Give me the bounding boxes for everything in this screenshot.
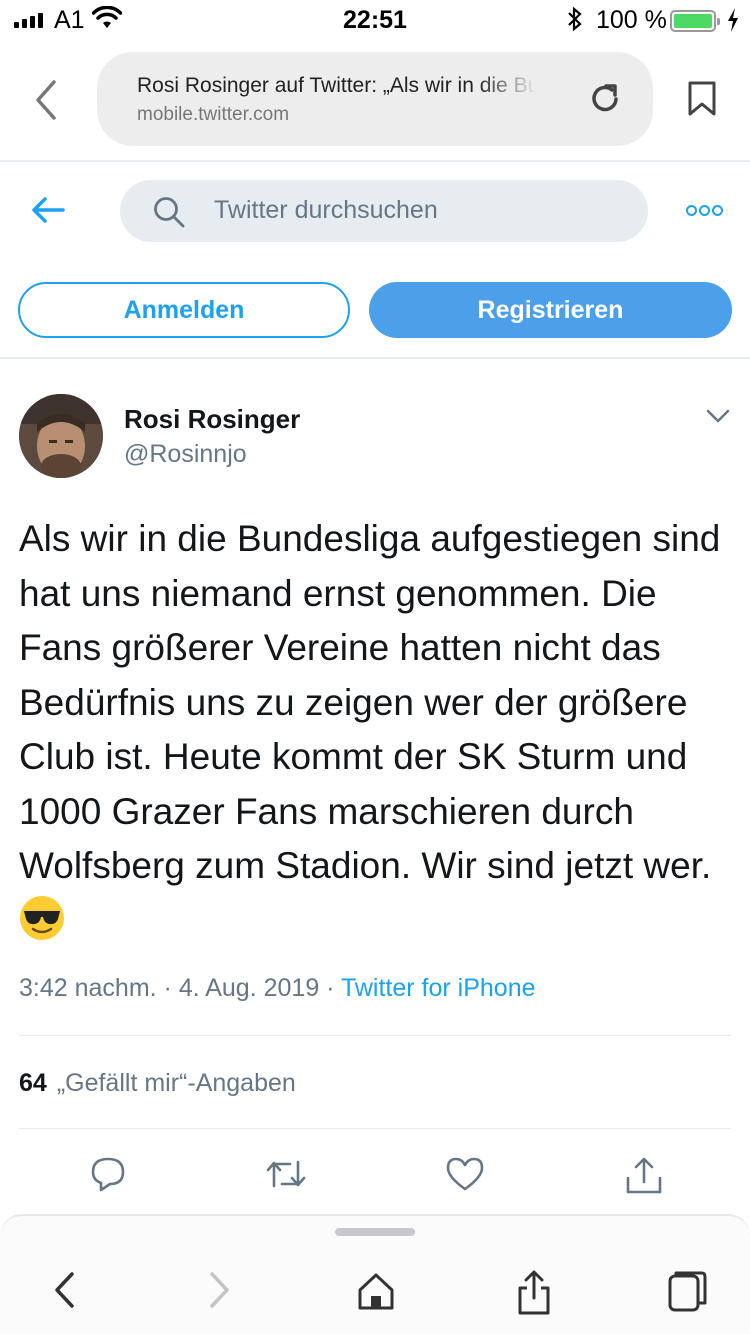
grabber-handle[interactable]	[335, 1228, 415, 1236]
tweet-body: Als wir in die Bundesliga aufgestiegen s…	[19, 518, 721, 886]
tabs-icon[interactable]	[664, 1270, 708, 1314]
back-chevron-icon[interactable]	[52, 1270, 78, 1310]
home-icon[interactable]	[356, 1270, 396, 1312]
author-handle[interactable]: @Rosinnjo	[124, 440, 247, 469]
likes-count: 64	[19, 1069, 47, 1097]
back-arrow-icon[interactable]	[30, 195, 66, 225]
likes-summary[interactable]: 64 „Gefällt mir“-Angaben	[19, 1069, 296, 1098]
avatar[interactable]	[19, 394, 103, 478]
chevron-down-icon[interactable]	[706, 408, 730, 424]
browser-toolbar	[0, 1214, 750, 1334]
tweet-date[interactable]: 4. Aug. 2019	[179, 974, 319, 1002]
page-host: mobile.twitter.com	[137, 104, 290, 125]
battery-percent: 100 %	[596, 6, 667, 34]
share-icon[interactable]	[515, 1270, 553, 1316]
login-button[interactable]: Anmelden	[18, 282, 350, 338]
reply-icon[interactable]	[89, 1156, 127, 1192]
tweet-text: Als wir in die Bundesliga aufgestiegen s…	[19, 512, 744, 948]
meta-separator: ·	[319, 974, 341, 1002]
forward-chevron-icon[interactable]	[206, 1270, 232, 1310]
charging-bolt-icon	[728, 8, 738, 32]
bookmark-icon[interactable]	[686, 80, 718, 118]
address-bar[interactable]: Rosi Rosinger auf Twitter: „Als wir in d…	[97, 52, 653, 146]
tweet-source[interactable]: Twitter for iPhone	[341, 974, 536, 1002]
tweet-meta: 3:42 nachm. · 4. Aug. 2019 · Twitter for…	[19, 974, 536, 1003]
divider	[0, 160, 750, 162]
sunglasses-emoji	[20, 895, 64, 940]
author-name[interactable]: Rosi Rosinger	[124, 404, 300, 435]
bluetooth-icon	[568, 6, 582, 32]
tweet-time: 3:42 nachm.	[19, 974, 157, 1002]
share-icon[interactable]	[624, 1156, 664, 1196]
divider	[19, 1128, 731, 1129]
divider	[0, 357, 750, 359]
retweet-icon[interactable]	[264, 1156, 308, 1192]
battery-icon	[670, 10, 720, 32]
search-icon	[154, 197, 185, 228]
divider	[19, 1035, 731, 1036]
more-icon[interactable]	[686, 205, 724, 217]
like-icon[interactable]	[445, 1156, 485, 1192]
meta-separator: ·	[156, 974, 179, 1002]
back-chevron-icon[interactable]	[30, 78, 70, 122]
status-bar: A1 22:51 100 %	[0, 0, 750, 40]
reload-icon[interactable]	[586, 80, 624, 118]
register-button[interactable]: Registrieren	[369, 282, 732, 338]
search-placeholder: Twitter durchsuchen	[214, 196, 438, 224]
likes-label: „Gefällt mir“-Angaben	[56, 1069, 296, 1097]
page-title: Rosi Rosinger auf Twitter: „Als wir in d…	[137, 74, 537, 97]
avatar-image	[19, 394, 103, 478]
search-input[interactable]: Twitter durchsuchen	[120, 180, 648, 242]
